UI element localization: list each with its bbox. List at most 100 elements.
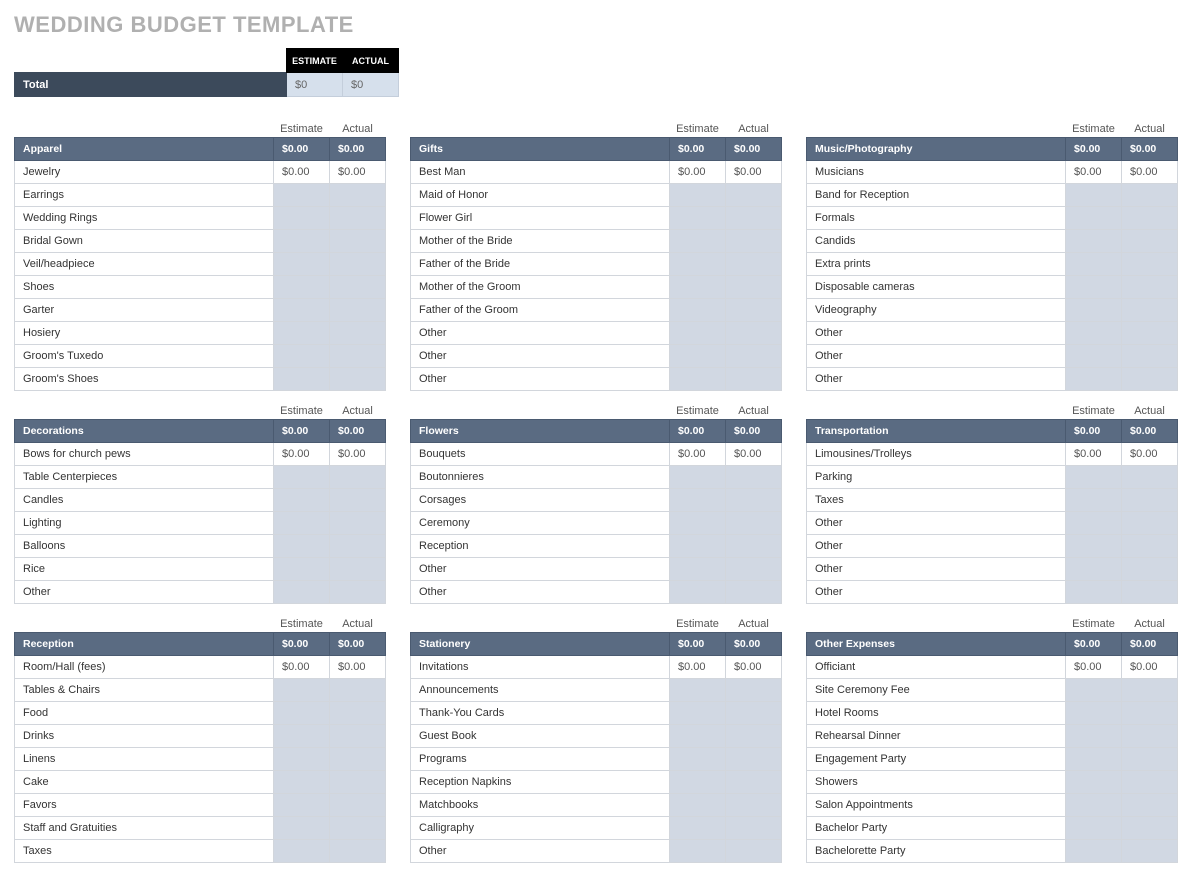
item-actual-cell[interactable] [1122,771,1178,794]
item-estimate-cell[interactable]: $0.00 [1066,443,1122,466]
item-actual-cell[interactable] [1122,725,1178,748]
item-estimate-cell[interactable] [1066,581,1122,604]
item-actual-cell[interactable]: $0.00 [1122,656,1178,679]
item-actual-cell[interactable] [726,207,782,230]
item-estimate-cell[interactable] [670,679,726,702]
item-actual-cell[interactable] [330,725,386,748]
item-estimate-cell[interactable] [670,230,726,253]
item-actual-cell[interactable] [330,230,386,253]
item-actual-cell[interactable] [330,679,386,702]
item-actual-cell[interactable] [726,322,782,345]
item-actual-cell[interactable] [1122,207,1178,230]
item-actual-cell[interactable] [726,512,782,535]
summary-total-estimate[interactable]: $0 [287,73,343,97]
item-actual-cell[interactable] [726,489,782,512]
item-actual-cell[interactable] [726,253,782,276]
item-estimate-cell[interactable] [1066,558,1122,581]
item-actual-cell[interactable] [330,512,386,535]
item-estimate-cell[interactable] [274,345,330,368]
item-estimate-cell[interactable] [670,489,726,512]
item-estimate-cell[interactable] [670,368,726,391]
item-estimate-cell[interactable] [670,322,726,345]
item-estimate-cell[interactable]: $0.00 [274,443,330,466]
item-actual-cell[interactable] [330,466,386,489]
item-estimate-cell[interactable]: $0.00 [670,443,726,466]
item-estimate-cell[interactable] [1066,512,1122,535]
item-estimate-cell[interactable] [274,230,330,253]
item-estimate-cell[interactable] [670,558,726,581]
item-estimate-cell[interactable] [1066,184,1122,207]
item-estimate-cell[interactable] [1066,322,1122,345]
item-estimate-cell[interactable] [274,299,330,322]
item-estimate-cell[interactable] [274,817,330,840]
item-estimate-cell[interactable] [274,558,330,581]
item-actual-cell[interactable] [726,771,782,794]
item-actual-cell[interactable]: $0.00 [1122,443,1178,466]
item-estimate-cell[interactable] [670,771,726,794]
item-estimate-cell[interactable] [1066,794,1122,817]
item-estimate-cell[interactable] [670,725,726,748]
item-actual-cell[interactable] [330,184,386,207]
item-actual-cell[interactable] [1122,748,1178,771]
item-estimate-cell[interactable] [1066,253,1122,276]
item-actual-cell[interactable] [330,794,386,817]
item-actual-cell[interactable] [330,345,386,368]
item-estimate-cell[interactable] [274,512,330,535]
item-estimate-cell[interactable] [274,466,330,489]
item-actual-cell[interactable] [726,276,782,299]
item-estimate-cell[interactable] [670,535,726,558]
item-estimate-cell[interactable] [670,299,726,322]
item-actual-cell[interactable] [330,771,386,794]
item-estimate-cell[interactable] [1066,748,1122,771]
item-estimate-cell[interactable] [274,702,330,725]
item-estimate-cell[interactable]: $0.00 [670,161,726,184]
item-actual-cell[interactable]: $0.00 [330,443,386,466]
item-actual-cell[interactable] [726,794,782,817]
item-actual-cell[interactable] [726,702,782,725]
item-estimate-cell[interactable] [274,184,330,207]
item-estimate-cell[interactable] [274,535,330,558]
item-actual-cell[interactable]: $0.00 [726,161,782,184]
item-estimate-cell[interactable] [670,794,726,817]
item-actual-cell[interactable] [1122,322,1178,345]
item-actual-cell[interactable] [726,817,782,840]
item-actual-cell[interactable] [726,558,782,581]
item-actual-cell[interactable] [1122,558,1178,581]
item-actual-cell[interactable]: $0.00 [726,656,782,679]
item-estimate-cell[interactable] [1066,702,1122,725]
item-estimate-cell[interactable] [274,207,330,230]
item-actual-cell[interactable] [726,535,782,558]
item-estimate-cell[interactable] [274,253,330,276]
item-actual-cell[interactable] [1122,230,1178,253]
item-estimate-cell[interactable] [1066,276,1122,299]
item-actual-cell[interactable] [726,581,782,604]
item-estimate-cell[interactable] [274,679,330,702]
item-actual-cell[interactable] [1122,466,1178,489]
item-estimate-cell[interactable] [1066,535,1122,558]
item-estimate-cell[interactable] [1066,489,1122,512]
item-actual-cell[interactable] [726,725,782,748]
summary-total-actual[interactable]: $0 [343,73,399,97]
item-actual-cell[interactable] [330,253,386,276]
item-estimate-cell[interactable] [1066,345,1122,368]
item-actual-cell[interactable] [726,230,782,253]
item-actual-cell[interactable] [1122,679,1178,702]
item-estimate-cell[interactable]: $0.00 [274,656,330,679]
item-estimate-cell[interactable] [1066,679,1122,702]
item-estimate-cell[interactable] [670,466,726,489]
item-actual-cell[interactable] [1122,368,1178,391]
item-estimate-cell[interactable] [1066,817,1122,840]
item-actual-cell[interactable] [1122,581,1178,604]
item-estimate-cell[interactable]: $0.00 [1066,656,1122,679]
item-actual-cell[interactable] [330,207,386,230]
item-actual-cell[interactable] [1122,276,1178,299]
item-actual-cell[interactable] [726,368,782,391]
item-actual-cell[interactable] [330,489,386,512]
item-actual-cell[interactable] [330,299,386,322]
item-actual-cell[interactable]: $0.00 [330,656,386,679]
item-estimate-cell[interactable] [1066,368,1122,391]
item-estimate-cell[interactable] [670,276,726,299]
item-estimate-cell[interactable] [670,702,726,725]
item-actual-cell[interactable] [1122,345,1178,368]
item-estimate-cell[interactable] [670,581,726,604]
